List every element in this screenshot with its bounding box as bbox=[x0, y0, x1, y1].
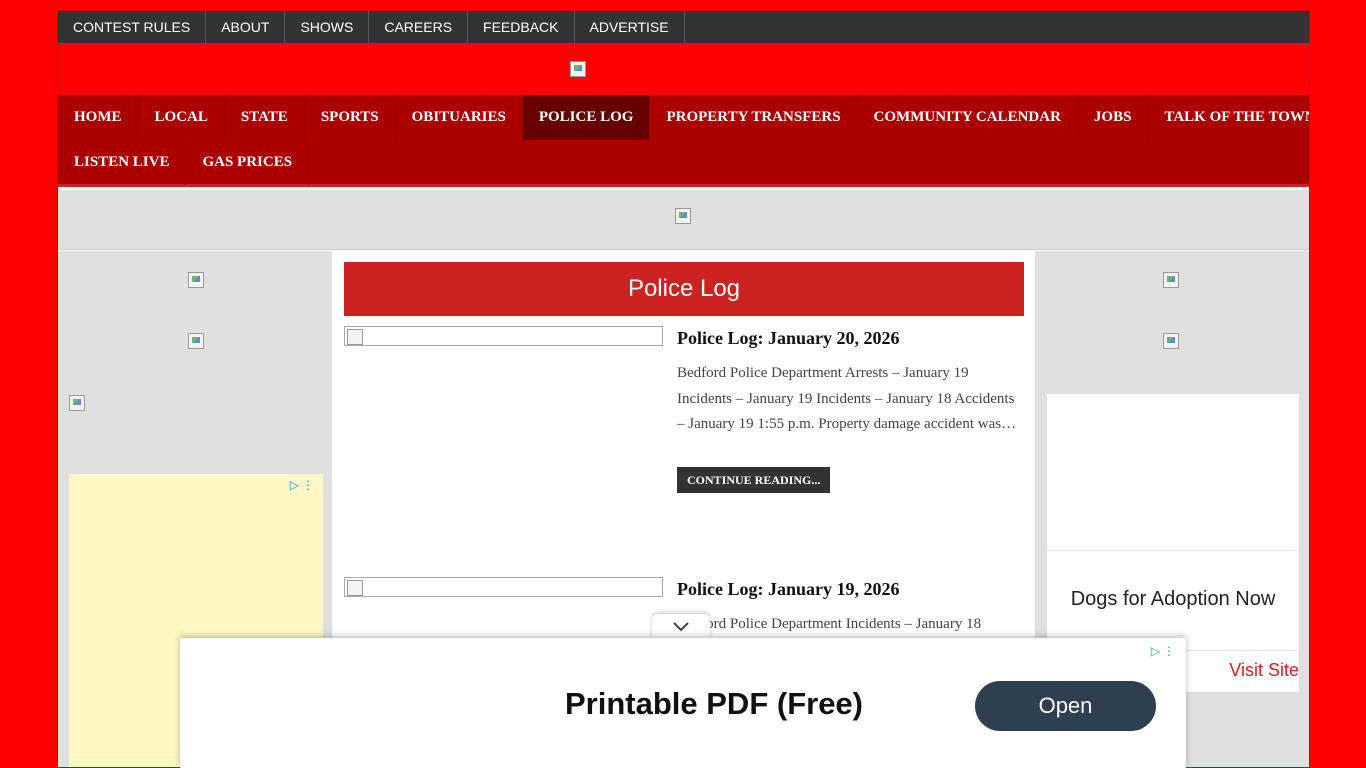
nav-row-2: LISTEN LIVE GAS PRICES bbox=[58, 140, 310, 185]
topbar-item-advertise[interactable]: ADVERTISE bbox=[575, 11, 685, 43]
nav-row-1: HOME LOCAL STATE SPORTS OBITUARIES POLIC… bbox=[58, 95, 1309, 140]
post-thumbnail[interactable] bbox=[344, 326, 663, 346]
nav-item-property-transfers[interactable]: PROPERTY TRANSFERS bbox=[650, 95, 858, 140]
card-divider bbox=[1047, 550, 1299, 551]
nav-item-sports[interactable]: SPORTS bbox=[305, 95, 396, 140]
nav-item-gas-prices[interactable]: GAS PRICES bbox=[186, 140, 310, 185]
nav-item-community-calendar[interactable]: COMMUNITY CALENDAR bbox=[858, 95, 1078, 140]
continue-reading-button[interactable]: CONTINUE READING... bbox=[677, 467, 831, 493]
ad-headline[interactable]: Dogs for Adoption Now bbox=[1047, 588, 1299, 611]
left-ad-image-1[interactable] bbox=[188, 272, 204, 288]
sticky-bottom-ad[interactable]: ▷⋮ Printable PDF (Free) Open bbox=[180, 638, 1186, 768]
banner-ad-image[interactable] bbox=[675, 208, 691, 224]
nav-item-home[interactable]: HOME bbox=[58, 95, 139, 140]
visit-site-link[interactable]: Visit Site bbox=[1229, 660, 1299, 681]
sticky-ad-headline[interactable]: Printable PDF (Free) bbox=[565, 686, 863, 722]
nav-item-listen-live[interactable]: LISTEN LIVE bbox=[58, 140, 187, 185]
top-bar: CONTEST RULES ABOUT SHOWS CAREERS FEEDBA… bbox=[58, 11, 1309, 43]
post-title[interactable]: Police Log: January 19, 2026 bbox=[677, 579, 1022, 600]
right-ad-image-1[interactable] bbox=[1163, 272, 1179, 288]
collapse-ad-button[interactable] bbox=[652, 614, 710, 640]
nav-item-jobs[interactable]: JOBS bbox=[1078, 95, 1149, 140]
main-navigation: HOME LOCAL STATE SPORTS OBITUARIES POLIC… bbox=[58, 95, 1309, 187]
topbar-item-about[interactable]: ABOUT bbox=[206, 11, 286, 43]
left-ad-image-2[interactable] bbox=[188, 333, 204, 349]
adchoices-icon[interactable]: ▷⋮ bbox=[1151, 644, 1178, 658]
post-excerpt: Bedford Police Department Arrests – Janu… bbox=[677, 365, 1017, 432]
post-title[interactable]: Police Log: January 20, 2026 bbox=[677, 328, 1022, 349]
post-excerpt: Bedford Police Department Incidents – Ja… bbox=[677, 616, 982, 632]
post-thumbnail[interactable] bbox=[344, 577, 663, 597]
right-ad-image-2[interactable] bbox=[1163, 333, 1179, 349]
nav-item-talk-of-the-town[interactable]: TALK OF THE TOWN bbox=[1148, 95, 1309, 140]
nav-item-local[interactable]: LOCAL bbox=[139, 95, 225, 140]
topbar-item-careers[interactable]: CAREERS bbox=[369, 11, 469, 43]
section-title: Police Log bbox=[344, 262, 1024, 316]
adchoices-icon[interactable]: ▷⋮ bbox=[290, 478, 317, 492]
left-ad-image-3[interactable] bbox=[69, 395, 85, 411]
nav-item-police-log[interactable]: POLICE LOG bbox=[522, 95, 651, 140]
nav-item-obituaries[interactable]: OBITUARIES bbox=[396, 95, 523, 140]
site-header bbox=[58, 43, 1309, 95]
site-logo-image[interactable] bbox=[570, 61, 586, 77]
sticky-ad-open-button[interactable]: Open bbox=[975, 681, 1156, 731]
topbar-item-feedback[interactable]: FEEDBACK bbox=[468, 11, 575, 43]
banner-ad-strip bbox=[58, 190, 1309, 250]
topbar-item-shows[interactable]: SHOWS bbox=[285, 11, 370, 43]
topbar-item-contest-rules[interactable]: CONTEST RULES bbox=[58, 11, 207, 43]
nav-item-state[interactable]: STATE bbox=[225, 95, 305, 140]
chevron-down-icon bbox=[673, 622, 689, 632]
